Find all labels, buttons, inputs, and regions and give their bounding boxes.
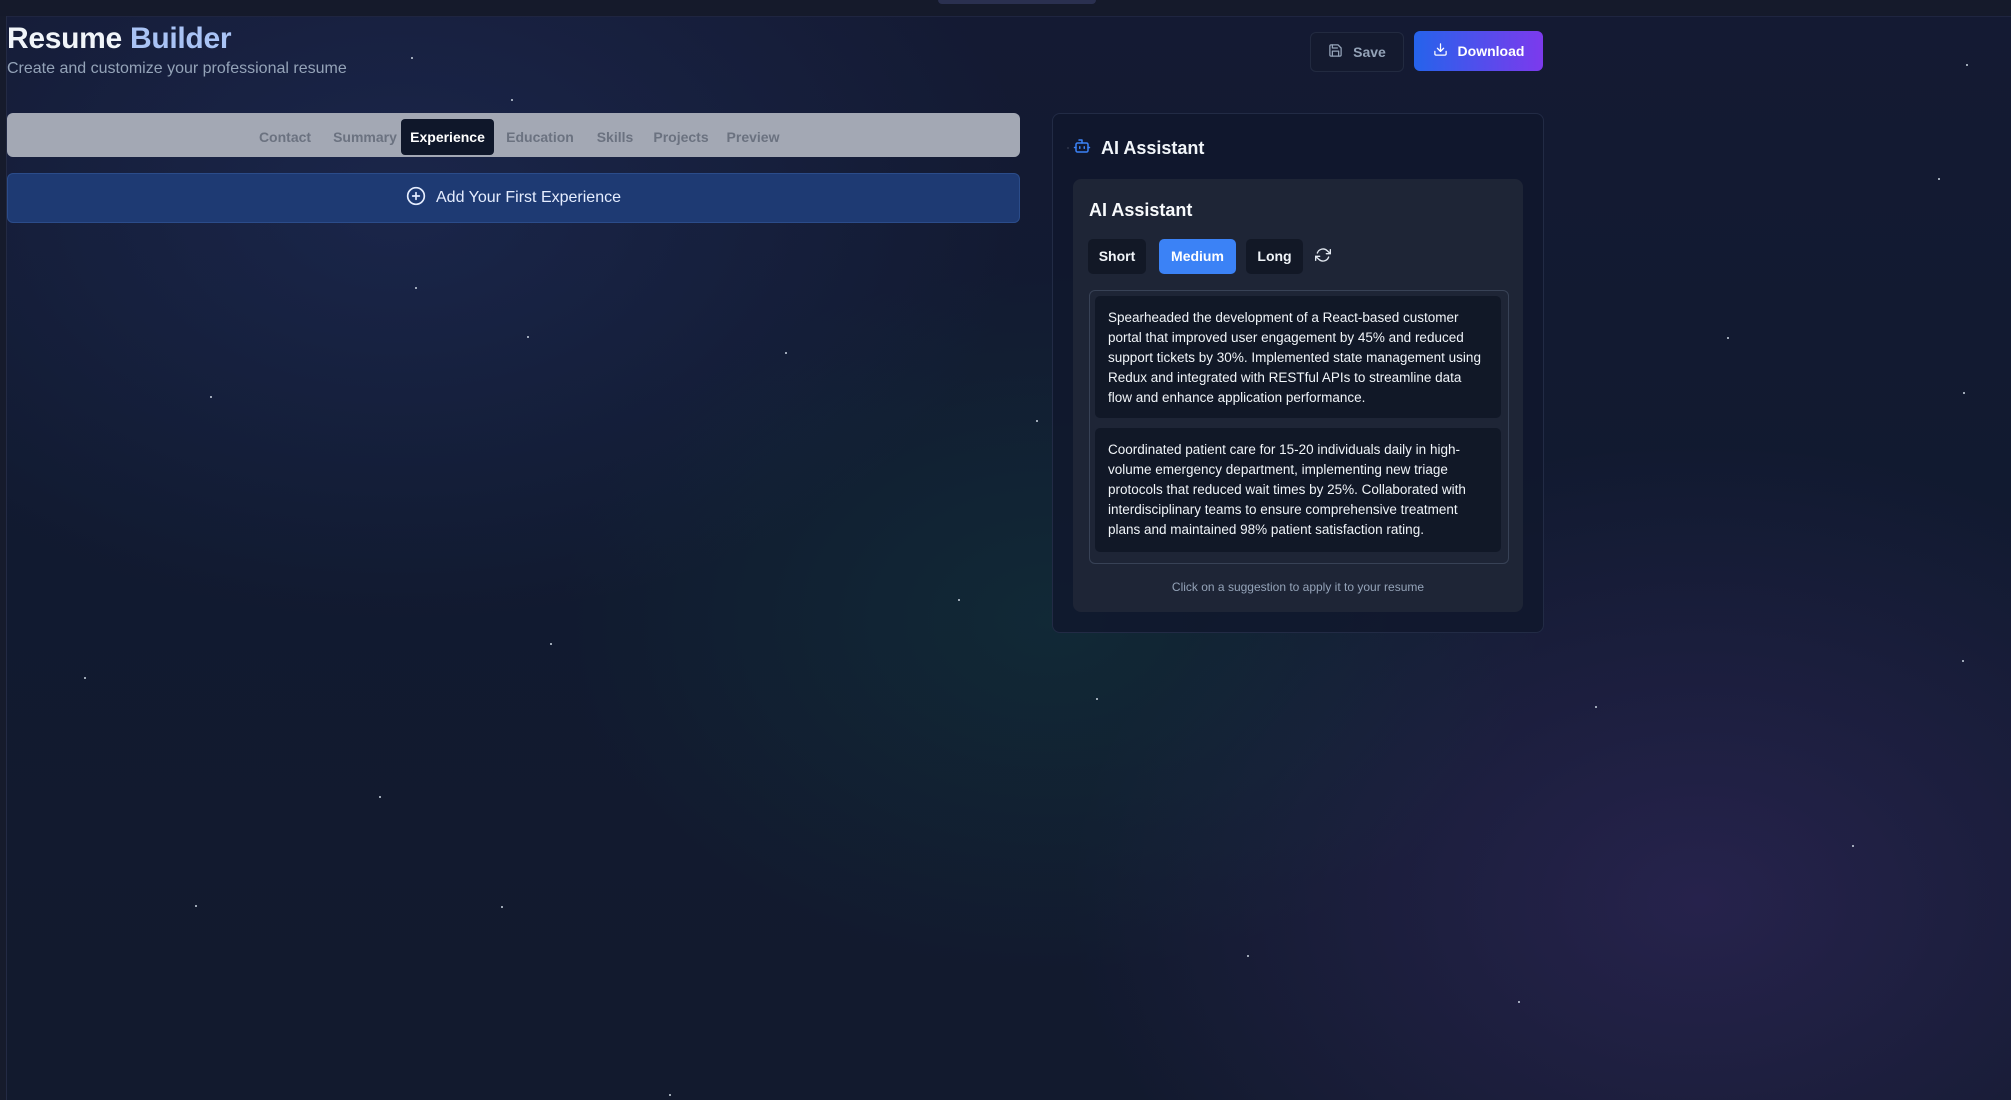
ai-card-title: AI Assistant — [1089, 200, 1193, 220]
regenerate-button[interactable] — [1311, 245, 1335, 269]
section-tabs: Contact Summary Experience Education Ski… — [7, 113, 1020, 157]
app-subtitle: Create and customize your professional r… — [7, 60, 347, 77]
ai-panel-header: AI Assistant — [1073, 137, 1204, 160]
ai-assistant-card: AI Assistant Short Medium Long Spearhead… — [1073, 179, 1523, 612]
drag-handle[interactable] — [938, 0, 1096, 4]
tab-skills[interactable]: Skills — [587, 119, 643, 155]
save-label: Save — [1353, 44, 1386, 60]
tab-preview[interactable]: Preview — [718, 119, 788, 155]
app-title: Resume Builder — [7, 22, 232, 56]
length-short-button[interactable]: Short — [1088, 239, 1146, 274]
add-first-experience-button[interactable]: Add Your First Experience — [7, 173, 1020, 223]
tab-education[interactable]: Education — [499, 119, 581, 155]
suggestion-item[interactable]: Coordinated patient care for 15-20 indiv… — [1095, 428, 1501, 552]
suggestion-item[interactable]: Spearheaded the development of a React-b… — [1095, 296, 1501, 418]
tab-contact[interactable]: Contact — [247, 119, 323, 155]
ai-assistant-panel: AI Assistant AI Assistant Short Medium L… — [1052, 113, 1544, 633]
floppy-disk-icon — [1328, 43, 1343, 61]
tab-summary[interactable]: Summary — [325, 119, 405, 155]
suggestions-list: Spearheaded the development of a React-b… — [1089, 290, 1509, 564]
suggestion-hint: Click on a suggestion to apply it to you… — [1171, 580, 1425, 594]
tab-experience[interactable]: Experience — [401, 119, 494, 155]
length-medium-button[interactable]: Medium — [1159, 239, 1236, 274]
left-sidebar-edge — [0, 16, 7, 1100]
tab-projects[interactable]: Projects — [646, 119, 716, 155]
add-first-experience-label: Add Your First Experience — [436, 189, 621, 206]
robot-icon — [1073, 137, 1091, 160]
length-long-button[interactable]: Long — [1246, 239, 1303, 274]
refresh-icon — [1315, 247, 1331, 268]
app-title-main: Resume — [7, 22, 122, 55]
plus-circle-icon — [406, 186, 426, 211]
download-icon — [1433, 42, 1448, 60]
download-button[interactable]: Download — [1414, 31, 1543, 71]
window-top-strip — [0, 0, 2011, 17]
app-title-accent: Builder — [129, 22, 232, 55]
save-button[interactable]: Save — [1310, 32, 1404, 72]
ai-panel-title: AI Assistant — [1101, 138, 1205, 158]
download-label: Download — [1457, 43, 1525, 59]
